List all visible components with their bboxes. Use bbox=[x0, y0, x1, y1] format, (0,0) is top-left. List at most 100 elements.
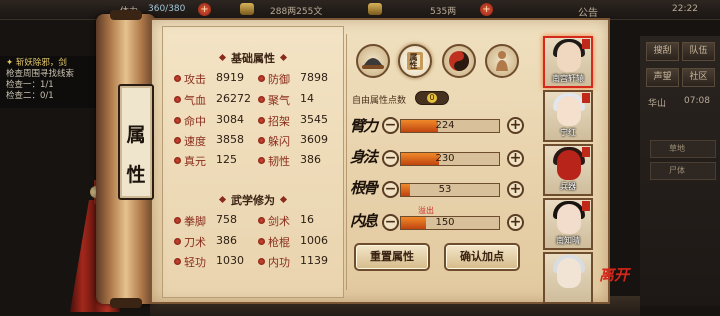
panel-divider bbox=[346, 34, 347, 290]
character-list: 南宫轩辕 宁红 兵器 南知晴 bbox=[543, 26, 595, 316]
martial-label-lightness: 轻功 bbox=[184, 256, 206, 269]
stat-icon bbox=[258, 96, 265, 103]
minus-inner-breath-button[interactable]: − bbox=[382, 214, 399, 231]
stat-icon bbox=[174, 117, 181, 124]
plus-inner-breath-button[interactable]: + bbox=[507, 214, 524, 231]
character-name: 南知晴 bbox=[556, 236, 580, 245]
minus-strength-button[interactable]: − bbox=[382, 117, 399, 134]
stat-label-hp: 气血 bbox=[184, 94, 206, 107]
panel-title-char-1: 属 bbox=[126, 124, 146, 146]
stat-label-essence: 真元 bbox=[184, 155, 206, 168]
character-name: 宁红 bbox=[560, 128, 576, 137]
quest-tracker[interactable]: ✦ 斩妖除邪，剑 枪查周围寻找线索 检查一：1/1 检查二：0/1 bbox=[0, 56, 96, 108]
stat-icon bbox=[258, 238, 265, 245]
plus-strength-button[interactable]: + bbox=[507, 117, 524, 134]
stat-label-defense: 防御 bbox=[268, 73, 290, 86]
minus-agility-button[interactable]: − bbox=[382, 150, 399, 167]
stat-value-parry: 3545 bbox=[300, 113, 328, 126]
stat-icon bbox=[258, 75, 265, 82]
stat-icon bbox=[258, 217, 265, 224]
status-flag-icon bbox=[582, 147, 590, 157]
reputation-menu-button[interactable]: 声望 bbox=[646, 68, 679, 87]
notice-button[interactable]: 公告 bbox=[578, 4, 598, 19]
base-stats-title: 基础属性 bbox=[162, 50, 344, 66]
status-flag-icon bbox=[582, 93, 590, 103]
martial-value-blade: 386 bbox=[216, 234, 237, 247]
quest-title: ✦ 斩妖除邪，剑 bbox=[6, 58, 67, 68]
gold-value: 535两 bbox=[430, 7, 457, 17]
location-time: 07:08 bbox=[684, 96, 710, 106]
attr-name-constitution: 根骨 bbox=[350, 179, 378, 197]
portrait-face bbox=[557, 42, 581, 72]
martial-value-sword: 16 bbox=[300, 213, 314, 226]
stat-icon bbox=[258, 157, 265, 164]
status-flag-icon bbox=[582, 201, 590, 211]
martial-value-spear: 1006 bbox=[300, 234, 328, 247]
stat-value-focus: 14 bbox=[300, 92, 314, 105]
free-points-value: 0 bbox=[427, 93, 437, 103]
minus-constitution-button[interactable]: − bbox=[382, 181, 399, 198]
stat-label-attack: 攻击 bbox=[184, 73, 206, 86]
stat-value-attack: 8919 bbox=[216, 71, 244, 84]
stat-icon bbox=[258, 137, 265, 144]
stat-value-toughness: 386 bbox=[300, 153, 321, 166]
martial-label-fist: 拳脚 bbox=[184, 215, 206, 228]
stat-icon bbox=[174, 238, 181, 245]
stat-icon bbox=[174, 258, 181, 265]
scene-item-grass[interactable]: 草地 bbox=[650, 140, 716, 158]
stat-icon bbox=[174, 137, 181, 144]
stat-value-hit: 3084 bbox=[216, 113, 244, 126]
stat-value-dodge: 3609 bbox=[300, 133, 328, 146]
stat-label-hit: 命中 bbox=[184, 115, 206, 128]
martial-label-inner: 内功 bbox=[268, 256, 290, 269]
reset-attributes-button[interactable]: 重置属性 bbox=[354, 243, 430, 271]
panel-title-tag: 属 性 bbox=[118, 84, 154, 200]
stat-icon bbox=[174, 96, 181, 103]
character-card[interactable]: 宁红 bbox=[543, 90, 593, 142]
close-button[interactable]: 离开 bbox=[596, 262, 632, 290]
martial-label-spear: 枪棍 bbox=[268, 236, 290, 249]
add-gold-button[interactable]: + bbox=[480, 3, 493, 16]
equipment-hat-icon[interactable] bbox=[356, 44, 390, 78]
stamina-value: 360/380 bbox=[148, 4, 186, 14]
silver-icon bbox=[240, 3, 254, 15]
stat-value-speed: 3858 bbox=[216, 133, 244, 146]
stat-label-focus: 聚气 bbox=[268, 94, 290, 107]
search-menu-button[interactable]: 搜刮 bbox=[646, 42, 679, 61]
add-stamina-button[interactable]: + bbox=[198, 3, 211, 16]
plus-constitution-button[interactable]: + bbox=[507, 181, 524, 198]
character-card[interactable] bbox=[543, 252, 593, 304]
silver-value: 288两255文 bbox=[270, 7, 323, 17]
character-card[interactable]: 兵器 bbox=[543, 144, 593, 196]
attr-name-inner-breath: 内息 bbox=[350, 212, 378, 230]
yinyang-icon[interactable] bbox=[442, 44, 476, 78]
quest-desc: 枪查周围寻找线索 bbox=[6, 69, 75, 79]
martial-value-inner: 1139 bbox=[300, 254, 328, 267]
character-card[interactable]: 南宫轩辕 bbox=[543, 36, 593, 88]
stat-icon bbox=[174, 75, 181, 82]
stat-value-defense: 7898 bbox=[300, 71, 328, 84]
community-menu-button[interactable]: 社区 bbox=[682, 68, 715, 87]
character-name: 兵器 bbox=[560, 182, 576, 191]
character-card[interactable]: 南知晴 bbox=[543, 198, 593, 250]
stat-value-essence: 125 bbox=[216, 153, 237, 166]
attribute-scroll-icon[interactable]: 属性 bbox=[398, 44, 432, 78]
martial-value-fist: 758 bbox=[216, 213, 237, 226]
side-menu: 搜刮 队伍 声望 社区 华山 07:08 草地 尸体 bbox=[640, 36, 720, 306]
strength-bar: 224 bbox=[400, 119, 500, 133]
agility-bar: 230 bbox=[400, 152, 500, 166]
stat-label-speed: 速度 bbox=[184, 135, 206, 148]
inner-breath-value: 150 bbox=[435, 217, 455, 228]
tab-active-label: 属性 bbox=[409, 53, 418, 69]
meridian-body-icon[interactable] bbox=[485, 44, 519, 78]
stat-icon bbox=[258, 117, 265, 124]
free-points-badge: 0 bbox=[415, 91, 449, 105]
team-menu-button[interactable]: 队伍 bbox=[682, 42, 715, 61]
stat-label-parry: 招架 bbox=[268, 115, 290, 128]
martial-label-blade: 刀术 bbox=[184, 236, 206, 249]
location-name: 华山 bbox=[648, 99, 667, 109]
scene-item-corpse[interactable]: 尸体 bbox=[650, 162, 716, 180]
plus-agility-button[interactable]: + bbox=[507, 150, 524, 167]
confirm-points-button[interactable]: 确认加点 bbox=[444, 243, 520, 271]
stat-icon bbox=[174, 217, 181, 224]
